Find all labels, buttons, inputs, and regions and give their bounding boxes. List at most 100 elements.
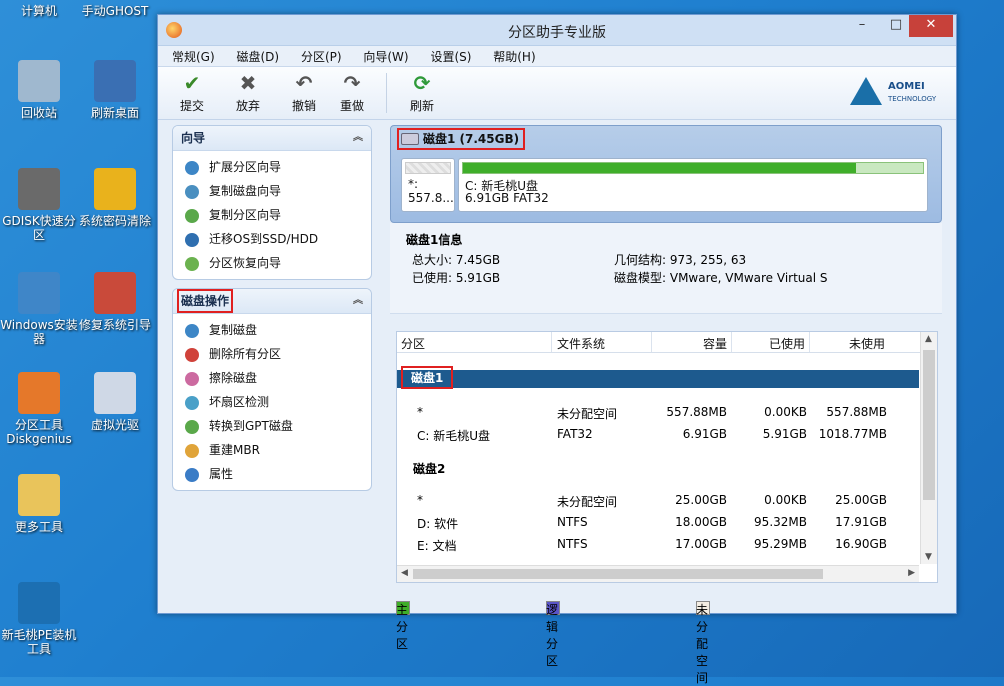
undo-icon: ↶	[295, 71, 313, 95]
column-divider	[551, 332, 552, 352]
disk-geometry: 几何结构: 973, 255, 63	[614, 253, 747, 267]
disk-card-name[interactable]: 磁盘1 (7.45GB)	[397, 128, 526, 150]
desktop-icon-label: Windows安装器	[0, 318, 78, 346]
wizard-item-extend[interactable]: 扩展分区向导	[173, 155, 371, 179]
table-cell: *	[417, 493, 423, 507]
menu-settings[interactable]: 设置(S)	[424, 46, 477, 67]
collapse-icon[interactable]: ︽	[353, 126, 363, 150]
table-cell: C: 新毛桃U盘	[417, 429, 491, 443]
table-row[interactable]: * 未分配空间 25.00GB 0.00KB 25.00GB	[397, 490, 919, 512]
redo-label: 重做	[339, 99, 364, 113]
wizard-item-copy-partition[interactable]: 复制分区向导	[173, 203, 371, 227]
table-cell: 95.29MB	[754, 537, 807, 551]
desktop-icon[interactable]: GDISK快速分区	[0, 168, 78, 242]
table-header: 分区 文件系统 容量 已使用 未使用	[397, 332, 937, 353]
desktop-icon[interactable]: 新毛桃PE装机工具	[0, 582, 78, 656]
maximize-button[interactable]: □	[880, 15, 912, 37]
disk-op-properties[interactable]: 属性	[173, 462, 371, 486]
menu-bar: 常规(G) 磁盘(D) 分区(P) 向导(W) 设置(S) 帮助(H)	[158, 46, 956, 67]
submit-button[interactable]: ✔ 提交	[170, 71, 214, 114]
table-cell: 16.90GB	[835, 537, 887, 551]
disk-op-delete-all[interactable]: 删除所有分区	[173, 342, 371, 366]
scroll-up-icon[interactable]: ▲	[925, 334, 932, 344]
menu-wizard[interactable]: 向导(W)	[357, 46, 414, 67]
disk-ops-title: 磁盘操作	[177, 289, 234, 313]
wizard-title: 向导	[181, 131, 206, 145]
scroll-thumb[interactable]	[413, 569, 823, 579]
disk-op-rebuild-mbr[interactable]: 重建MBR	[173, 438, 371, 462]
menu-help[interactable]: 帮助(H)	[487, 46, 541, 67]
part-label: *:	[408, 177, 419, 191]
desktop-icon[interactable]: 手动GHOST	[76, 4, 154, 18]
discard-button[interactable]: ✖ 放弃	[226, 71, 270, 114]
pe-installer-icon	[18, 582, 60, 624]
wizard-item-recovery[interactable]: 分区恢复向导	[173, 251, 371, 275]
disk1-label: 磁盘1	[401, 366, 454, 389]
minimize-button[interactable]: –	[846, 15, 878, 37]
table-row[interactable]: C: 新毛桃U盘 FAT32 6.91GB 5.91GB 1018.77MB	[397, 424, 919, 446]
right-panel: 磁盘1 (7.45GB) *: 557.8... C: 新毛桃U盘 6.91GB…	[390, 125, 942, 685]
table-cell: 17.91GB	[835, 515, 887, 529]
usage-bar-fill	[463, 163, 857, 173]
disk-op-wipe[interactable]: 擦除磁盘	[173, 366, 371, 390]
table-cell: D: 软件	[417, 517, 459, 531]
refresh-button[interactable]: ⟳ 刷新	[400, 71, 444, 114]
disk-op-bad-sector[interactable]: 坏扇区检测	[173, 390, 371, 414]
disk-op-copy-disk[interactable]: 复制磁盘	[173, 318, 371, 342]
table-row[interactable]: E: 文档 NTFS 17.00GB 95.29MB 16.90GB	[397, 534, 919, 556]
disk-icon	[401, 133, 419, 145]
disk-card[interactable]: 磁盘1 (7.45GB) *: 557.8... C: 新毛桃U盘 6.91GB…	[390, 125, 942, 223]
scroll-left-icon[interactable]: ◀	[401, 568, 408, 578]
vertical-scrollbar[interactable]: ▲ ▼	[920, 332, 937, 564]
table-row[interactable]: * 未分配空间 557.88MB 0.00KB 557.88MB	[397, 402, 919, 424]
col-capacity[interactable]: 容量	[703, 335, 727, 352]
wizard-item-label: 扩展分区向导	[209, 160, 282, 174]
col-used[interactable]: 已使用	[769, 335, 805, 352]
scroll-right-icon[interactable]: ▶	[908, 568, 915, 578]
delete-partitions-icon	[185, 347, 199, 362]
first-aid-icon	[94, 272, 136, 314]
desktop-icon-label: 手动GHOST	[81, 4, 149, 18]
disk-ops-header[interactable]: 磁盘操作 ︽	[173, 289, 371, 314]
wizard-item-copy-disk[interactable]: 复制磁盘向导	[173, 179, 371, 203]
desktop-icon[interactable]: 计算机	[0, 4, 78, 18]
col-filesystem[interactable]: 文件系统	[557, 335, 605, 352]
part-size: 557.8...	[408, 191, 454, 205]
scroll-thumb[interactable]	[923, 350, 935, 500]
menu-disk[interactable]: 磁盘(D)	[231, 46, 286, 67]
desktop-icon[interactable]: 更多工具	[0, 474, 78, 534]
desktop-icon[interactable]: 虚拟光驱	[76, 372, 154, 432]
desktop-icon[interactable]: 刷新桌面	[76, 60, 154, 120]
desktop-icon-label: 回收站	[20, 106, 57, 120]
scroll-down-icon[interactable]: ▼	[925, 552, 932, 562]
desktop-icon[interactable]: 回收站	[0, 60, 78, 120]
c-partition-block[interactable]: C: 新毛桃U盘 6.91GB FAT32	[458, 158, 928, 212]
desktop-icon[interactable]: 修复系统引导	[76, 272, 154, 332]
wizard-header[interactable]: 向导 ︽	[173, 126, 371, 151]
disk-op-label: 删除所有分区	[209, 347, 282, 361]
close-button[interactable]: ✕	[909, 15, 953, 37]
col-free[interactable]: 未使用	[849, 335, 885, 352]
legend-label: 逻辑分区	[546, 603, 559, 668]
table-row[interactable]: D: 软件 NTFS 18.00GB 95.32MB 17.91GB	[397, 512, 919, 534]
redo-button[interactable]: ↷ 重做	[330, 71, 374, 114]
menu-general[interactable]: 常规(G)	[166, 46, 221, 67]
wipe-disk-icon	[185, 371, 199, 386]
unallocated-partition-block[interactable]: *: 557.8...	[401, 158, 455, 212]
col-partition[interactable]: 分区	[401, 335, 425, 352]
disk1-row[interactable]: 磁盘1	[397, 366, 919, 389]
table-cell: 未分配空间	[557, 495, 618, 509]
desktop-icon[interactable]: 系统密码清除	[76, 168, 154, 228]
horizontal-scrollbar[interactable]: ◀ ▶	[397, 565, 919, 582]
wizard-item-migrate-os[interactable]: 迁移OS到SSD/HDD	[173, 227, 371, 251]
disk-op-convert-gpt[interactable]: 转换到GPT磁盘	[173, 414, 371, 438]
collapse-icon[interactable]: ︽	[353, 289, 363, 313]
undo-button[interactable]: ↶ 撤销	[282, 71, 326, 114]
disk2-row[interactable]: 磁盘2	[397, 458, 935, 476]
desktop-icon[interactable]: Windows安装器	[0, 272, 78, 346]
menu-partition[interactable]: 分区(P)	[295, 46, 348, 67]
disk-total-size: 总大小: 7.45GB	[412, 253, 501, 267]
table-cell: 1018.77MB	[818, 427, 887, 441]
submit-label: 提交	[179, 99, 204, 113]
desktop-icon[interactable]: 分区工具Diskgenius	[0, 372, 78, 446]
